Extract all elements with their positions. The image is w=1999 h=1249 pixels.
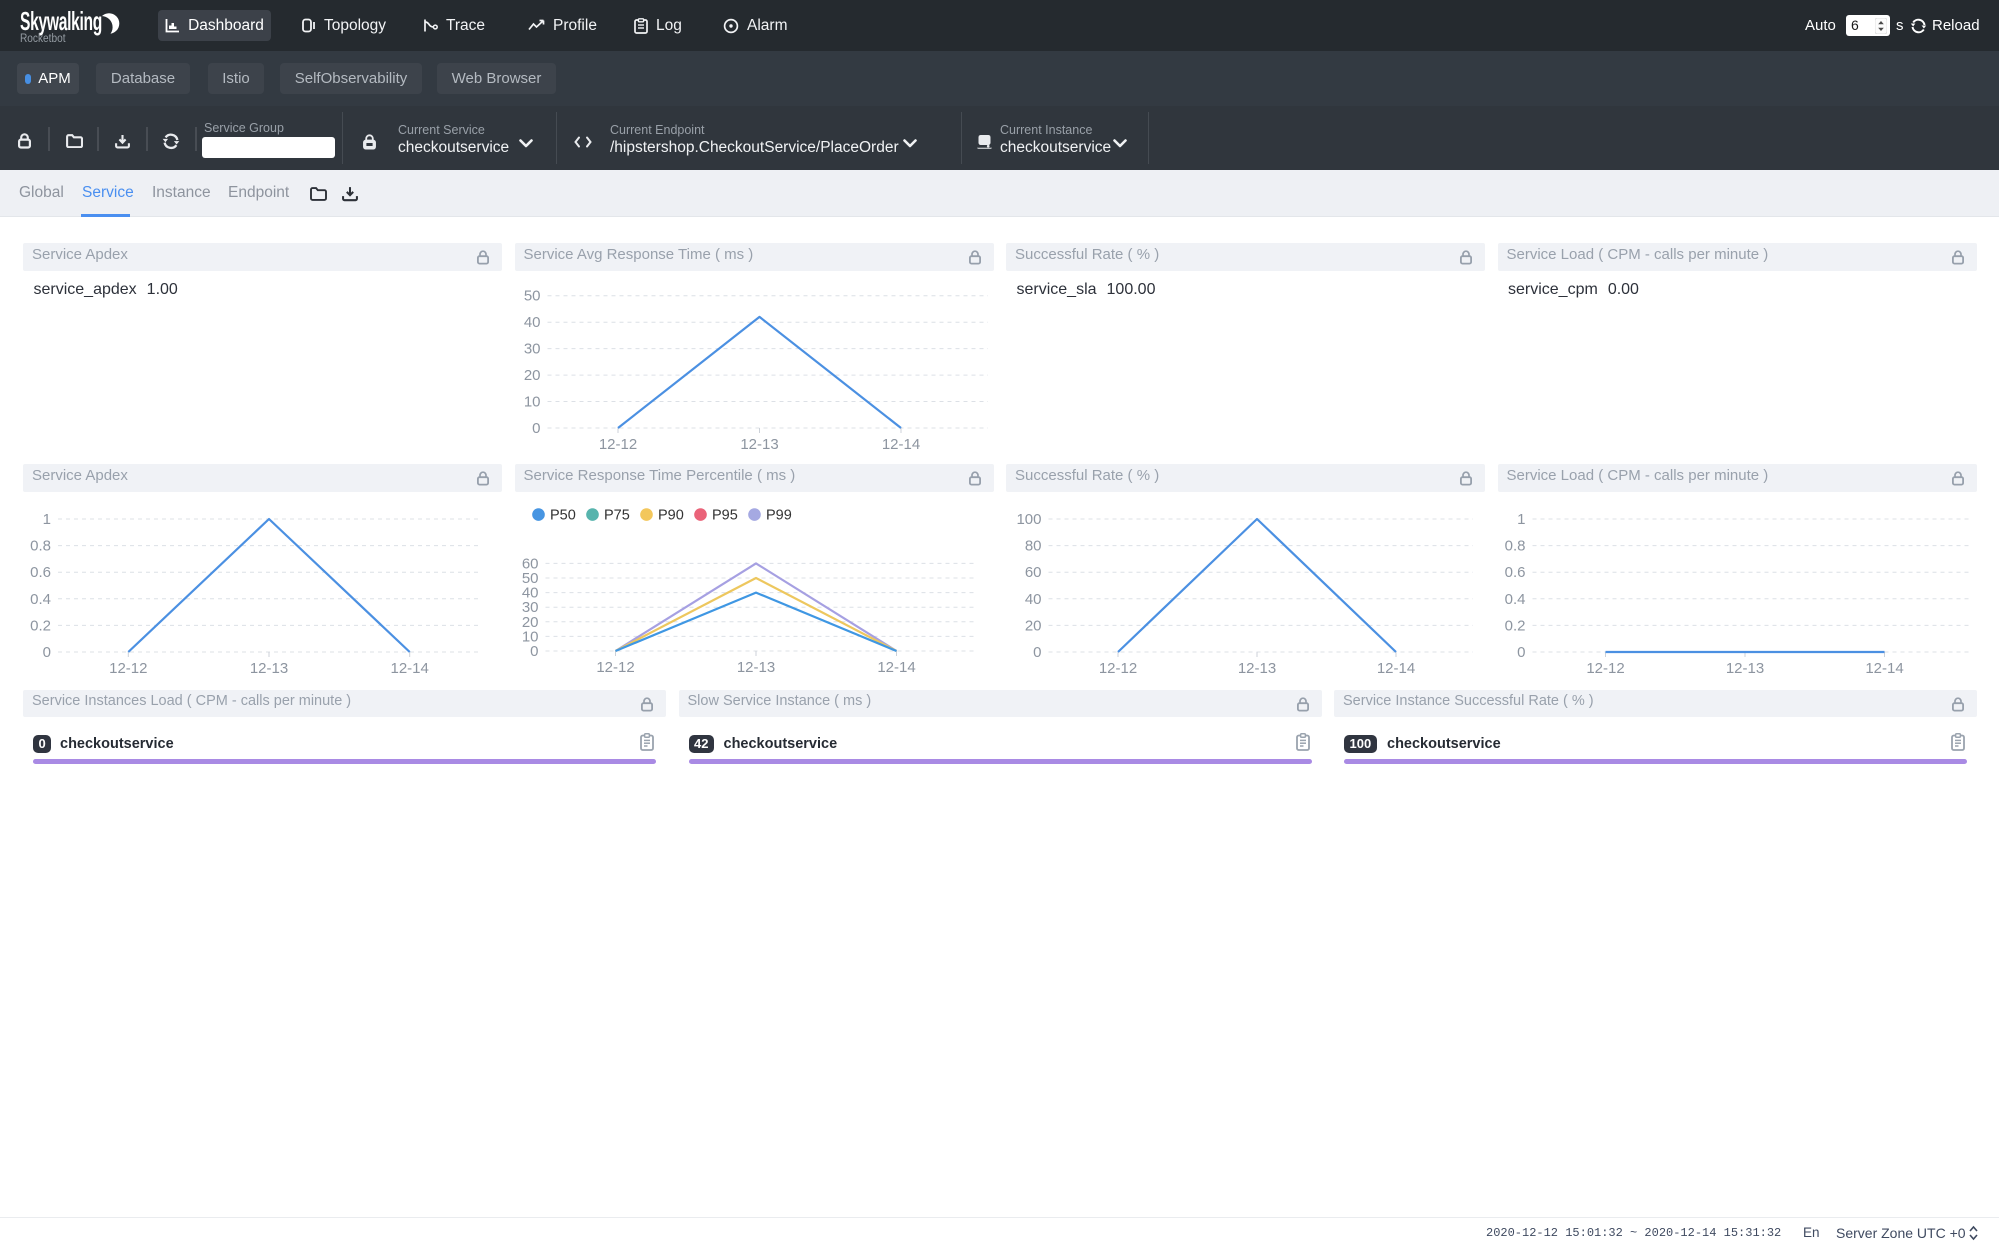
- svg-text:0.4: 0.4: [30, 590, 51, 607]
- svg-text:0: 0: [1517, 644, 1525, 661]
- svg-text:0.2: 0.2: [1504, 617, 1525, 634]
- svg-text:12-14: 12-14: [1377, 660, 1415, 677]
- svg-text:0.4: 0.4: [1504, 590, 1525, 607]
- svg-text:0.6: 0.6: [30, 564, 51, 581]
- svg-text:12-13: 12-13: [250, 660, 288, 677]
- svg-text:12-12: 12-12: [1586, 660, 1624, 677]
- svg-text:12-12: 12-12: [109, 660, 147, 677]
- svg-text:12-14: 12-14: [391, 660, 429, 677]
- svg-text:12-13: 12-13: [1238, 660, 1276, 677]
- svg-text:0.8: 0.8: [1504, 537, 1525, 554]
- svg-text:40: 40: [1025, 590, 1042, 607]
- svg-text:100: 100: [1016, 511, 1041, 528]
- svg-text:20: 20: [523, 367, 540, 384]
- svg-text:1: 1: [1517, 511, 1525, 528]
- svg-text:10: 10: [523, 393, 540, 410]
- svg-text:1: 1: [43, 511, 51, 528]
- svg-text:0.6: 0.6: [1504, 564, 1525, 581]
- svg-text:20: 20: [1025, 617, 1042, 634]
- svg-text:40: 40: [523, 314, 540, 331]
- svg-text:12-12: 12-12: [596, 659, 634, 676]
- svg-text:0: 0: [43, 644, 51, 661]
- svg-text:12-14: 12-14: [881, 436, 919, 453]
- svg-text:12-13: 12-13: [1725, 660, 1763, 677]
- svg-text:0: 0: [532, 420, 540, 437]
- svg-text:60: 60: [1025, 564, 1042, 581]
- svg-text:0.2: 0.2: [30, 617, 51, 634]
- svg-text:12-12: 12-12: [598, 436, 636, 453]
- svg-text:12-14: 12-14: [877, 659, 915, 676]
- svg-text:80: 80: [1025, 537, 1042, 554]
- svg-text:12-14: 12-14: [1865, 660, 1903, 677]
- svg-text:50: 50: [523, 287, 540, 304]
- svg-text:12-13: 12-13: [740, 436, 778, 453]
- svg-text:0: 0: [1033, 644, 1041, 661]
- svg-text:0.8: 0.8: [30, 537, 51, 554]
- svg-text:30: 30: [523, 340, 540, 357]
- svg-text:0: 0: [530, 643, 538, 660]
- svg-text:12-12: 12-12: [1099, 660, 1137, 677]
- svg-text:12-13: 12-13: [736, 659, 774, 676]
